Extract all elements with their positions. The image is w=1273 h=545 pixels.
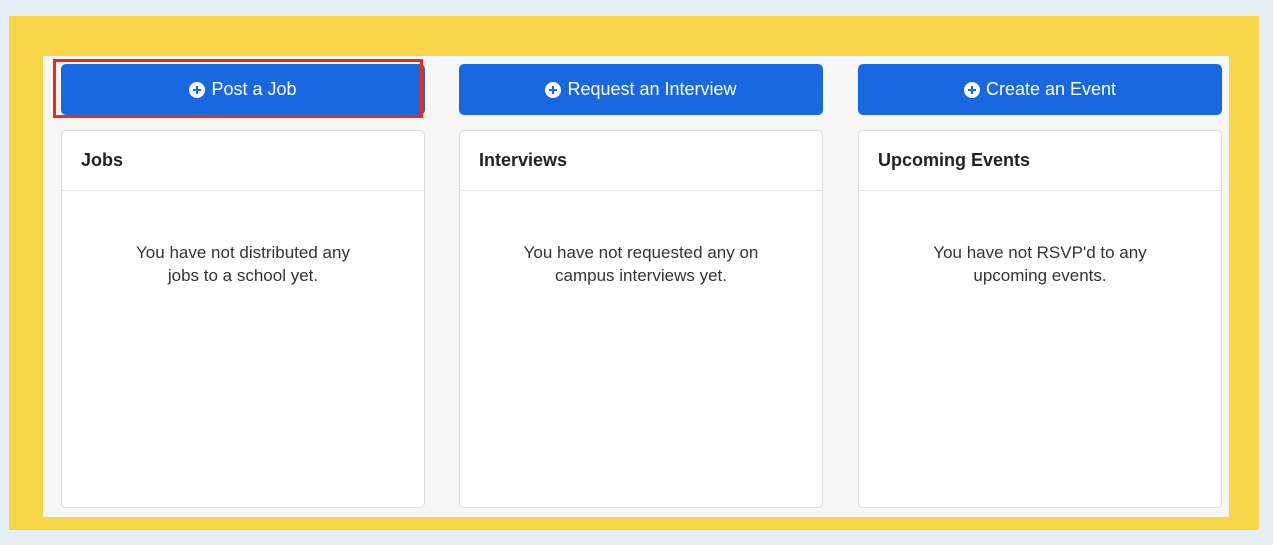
- jobs-empty-message: You have not distributed any jobs to a s…: [62, 191, 424, 287]
- create-event-label: Create an Event: [985, 79, 1117, 99]
- events-empty-line-2: upcoming events.: [973, 266, 1107, 285]
- interviews-empty-line-1: You have not requested any on: [523, 243, 759, 262]
- events-card: Upcoming Events You have not RSVP'd to a…: [858, 130, 1222, 508]
- jobs-empty-line-2: jobs to a school yet.: [167, 266, 319, 285]
- create-event-button[interactable]: Create an Event: [858, 64, 1222, 115]
- dashboard-panel: Post a Job Jobs You have not distributed…: [43, 56, 1229, 517]
- interviews-card: Interviews You have not requested any on…: [459, 130, 823, 508]
- jobs-card: Jobs You have not distributed any jobs t…: [61, 130, 425, 508]
- interviews-empty-line-2: campus interviews yet.: [555, 266, 727, 285]
- plus-circle-icon: [545, 81, 562, 98]
- events-card-title: Upcoming Events: [859, 131, 1221, 191]
- interviews-empty-message: You have not requested any on campus int…: [460, 191, 822, 287]
- events-empty-message: You have not RSVP'd to any upcoming even…: [859, 191, 1221, 287]
- jobs-empty-line-1: You have not distributed any: [136, 243, 350, 262]
- request-interview-button[interactable]: Request an Interview: [459, 64, 823, 115]
- interviews-card-title: Interviews: [460, 131, 822, 191]
- events-empty-line-1: You have not RSVP'd to any: [933, 243, 1147, 262]
- post-a-job-highlight: [53, 59, 423, 118]
- request-interview-label: Request an Interview: [567, 79, 737, 99]
- plus-circle-icon: [963, 81, 980, 98]
- jobs-card-title: Jobs: [62, 131, 424, 191]
